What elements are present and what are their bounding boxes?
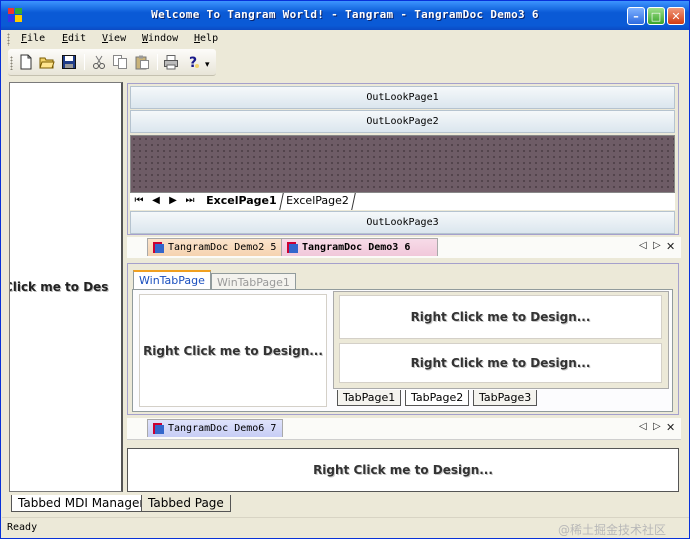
- design-prompt: Right Click me to Design...: [313, 463, 493, 477]
- menu-file[interactable]: File: [21, 33, 45, 44]
- outlook-page-2[interactable]: OutLookPage2: [130, 110, 675, 133]
- menu-help[interactable]: Help: [194, 33, 218, 44]
- minimize-icon: –: [633, 9, 639, 23]
- scroll-left-icon[interactable]: ◁: [639, 421, 647, 432]
- design-pane-left[interactable]: Right Click me to Design...: [139, 294, 327, 407]
- outlook-page-label: OutLookPage2: [366, 116, 439, 127]
- toolbar-grip-icon[interactable]: [10, 56, 13, 70]
- outlook-bar-group: OutLookPage1 OutLookPage2 ⏮ ◀ ▶ ⏭ ExcelP…: [127, 83, 679, 235]
- outlook-page-3[interactable]: OutLookPage3: [130, 211, 675, 234]
- status-bar: Ready @稀土掘金技术社区: [2, 517, 689, 538]
- menu-view[interactable]: View: [102, 33, 126, 44]
- document-tab-strip-bottom: TangramDoc Demo6 7 ◁ ▷ ✕: [127, 418, 681, 440]
- bottom-tab-label: Tabbed MDI Manager: [18, 496, 145, 510]
- tab-tabbed-mdi-manager[interactable]: Tabbed MDI Manager: [11, 495, 152, 512]
- status-text: Ready: [7, 522, 38, 533]
- outlook-page-1[interactable]: OutLookPage1: [130, 86, 675, 109]
- excel-tab-1[interactable]: ExcelPage1: [200, 193, 284, 210]
- split-pane-right: Right Click me to Design... Right Click …: [333, 291, 669, 389]
- inner-tab-label: TabPage1: [343, 391, 396, 404]
- design-prompt: Right Click me to Design...: [410, 310, 591, 324]
- wintab-page[interactable]: WinTabPage: [133, 270, 211, 289]
- design-prompt: Right Click me to Design...: [410, 356, 591, 370]
- outlook-page-label: OutLookPage1: [366, 92, 439, 103]
- wintab-body: Right Click me to Design... Right Click …: [132, 289, 673, 412]
- scroll-right-icon[interactable]: ▷: [653, 240, 661, 251]
- first-sheet-icon[interactable]: ⏮: [133, 195, 145, 207]
- menu-bar: File Edit View Window Help: [3, 30, 688, 49]
- maximize-button[interactable]: □: [647, 7, 665, 25]
- bottom-tab-label: Tabbed Page: [148, 496, 224, 510]
- open-folder-icon[interactable]: [39, 54, 55, 70]
- print-icon[interactable]: [163, 54, 179, 70]
- copy-icon[interactable]: [112, 54, 128, 70]
- maximize-icon: □: [650, 9, 662, 23]
- doc-tab-label: TangramDoc Demo6 7: [168, 423, 277, 434]
- inner-tab-strip: TabPage1 TabPage2 TabPage3: [333, 390, 669, 407]
- help-icon[interactable]: ?: [185, 54, 201, 70]
- close-button[interactable]: ✕: [667, 7, 685, 25]
- inner-tab-1[interactable]: TabPage1: [337, 390, 402, 406]
- excel-tab-label: ExcelPage2: [286, 194, 349, 207]
- next-sheet-icon[interactable]: ▶: [167, 195, 179, 207]
- svg-text:?: ?: [189, 55, 197, 70]
- wintab-container: WinTabPage WinTabPage1 Right Click me to…: [127, 263, 679, 415]
- wintab-page-1[interactable]: WinTabPage1: [211, 273, 296, 289]
- menu-window[interactable]: Window: [142, 33, 178, 44]
- doc-tab-demo2[interactable]: TangramDoc Demo2 5: [147, 238, 283, 256]
- wintab-label: WinTabPage: [139, 274, 205, 287]
- document-icon: [153, 242, 164, 253]
- doc-tab-label: TangramDoc Demo3 6: [302, 242, 411, 253]
- window-title: Welcome To Tangram World! - Tangram - Ta…: [151, 8, 539, 21]
- left-design-panel[interactable]: t Click me to Des: [9, 82, 123, 492]
- toolbar-overflow-icon[interactable]: ▾: [205, 60, 210, 70]
- inner-tab-label: TabPage2: [411, 391, 464, 404]
- menu-edit[interactable]: Edit: [62, 33, 86, 44]
- inner-tab-3[interactable]: TabPage3: [473, 390, 538, 406]
- scroll-left-icon[interactable]: ◁: [639, 240, 647, 251]
- toolbar-separator: [157, 54, 158, 70]
- title-bar[interactable]: Welcome To Tangram World! - Tangram - Ta…: [1, 1, 689, 30]
- cut-icon[interactable]: [91, 54, 107, 70]
- paste-icon[interactable]: [134, 54, 150, 70]
- close-document-icon[interactable]: ✕: [666, 240, 675, 253]
- save-icon[interactable]: [61, 54, 77, 70]
- watermark: @稀土掘金技术社区: [558, 523, 667, 537]
- excel-grid-area[interactable]: [130, 135, 675, 193]
- excel-tab-strip: ⏮ ◀ ▶ ⏭ ExcelPage1 ExcelPage2: [130, 193, 675, 210]
- excel-tab-2[interactable]: ExcelPage2: [280, 193, 356, 210]
- bottom-tab-strip: Tabbed MDI Manager Tabbed Page: [9, 494, 683, 514]
- new-document-icon[interactable]: [18, 54, 34, 70]
- bottom-design-pane[interactable]: Right Click me to Design...: [127, 448, 679, 492]
- design-pane-right-bottom[interactable]: Right Click me to Design...: [339, 343, 662, 383]
- doc-tab-demo3[interactable]: TangramDoc Demo3 6: [281, 238, 438, 256]
- document-icon: [287, 242, 298, 253]
- document-tab-strip-top: TangramDoc Demo2 5 TangramDoc Demo3 6 ◁ …: [127, 237, 681, 258]
- design-pane-right-top[interactable]: Right Click me to Design...: [339, 295, 662, 339]
- outlook-page-label: OutLookPage3: [366, 217, 439, 228]
- scroll-right-icon[interactable]: ▷: [653, 421, 661, 432]
- tab-tabbed-page[interactable]: Tabbed Page: [141, 495, 231, 512]
- close-document-icon[interactable]: ✕: [666, 421, 675, 434]
- inner-tab-label: TabPage3: [479, 391, 532, 404]
- design-prompt: Right Click me to Design...: [143, 343, 323, 358]
- toolbar-separator: [84, 54, 85, 70]
- left-design-text: t Click me to Des: [10, 280, 109, 294]
- document-icon: [153, 423, 164, 434]
- menu-grip-icon[interactable]: [7, 33, 10, 46]
- inner-tab-2[interactable]: TabPage2: [405, 390, 470, 406]
- excel-tab-label: ExcelPage1: [206, 194, 277, 207]
- minimize-button[interactable]: –: [627, 7, 645, 25]
- last-sheet-icon[interactable]: ⏭: [184, 195, 196, 207]
- prev-sheet-icon[interactable]: ◀: [150, 195, 162, 207]
- wintab-label: WinTabPage1: [217, 276, 290, 289]
- app-window: Welcome To Tangram World! - Tangram - Ta…: [0, 0, 690, 539]
- doc-tab-label: TangramDoc Demo2 5: [168, 242, 277, 253]
- standard-toolbar: ? ▾: [8, 49, 216, 76]
- doc-tab-demo6[interactable]: TangramDoc Demo6 7: [147, 419, 283, 437]
- close-icon: ✕: [671, 9, 681, 23]
